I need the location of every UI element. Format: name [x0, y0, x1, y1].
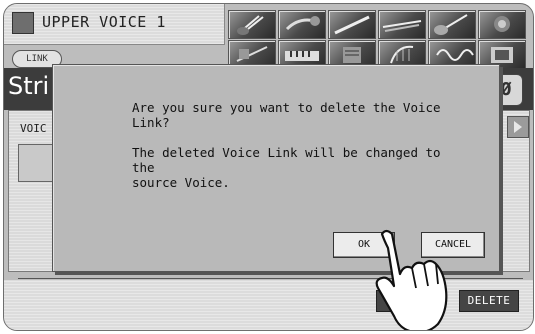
- lcd-screen: UPPER VOICE 1 LINK Stri Ø VOIC DELETE Ar…: [3, 3, 534, 331]
- flute-icon[interactable]: [378, 10, 426, 39]
- guitar-icon[interactable]: [428, 10, 476, 39]
- part-color-swatch: [12, 12, 34, 34]
- choir-icon[interactable]: [478, 10, 526, 39]
- section-label: VOIC: [20, 122, 47, 135]
- pointing-hand-icon: [375, 229, 448, 330]
- page-title: UPPER VOICE 1: [42, 13, 166, 31]
- delete-button[interactable]: DELETE: [459, 290, 519, 312]
- brass-icon[interactable]: [278, 10, 326, 39]
- voice-name: Stri: [8, 72, 50, 100]
- woodwind-icon[interactable]: [328, 10, 376, 39]
- dialog-message: Are you sure you want to delete the Voic…: [132, 100, 441, 190]
- arrow-right-icon[interactable]: [507, 116, 529, 138]
- strings-icon[interactable]: [228, 10, 276, 39]
- header-bar: UPPER VOICE 1: [4, 4, 225, 45]
